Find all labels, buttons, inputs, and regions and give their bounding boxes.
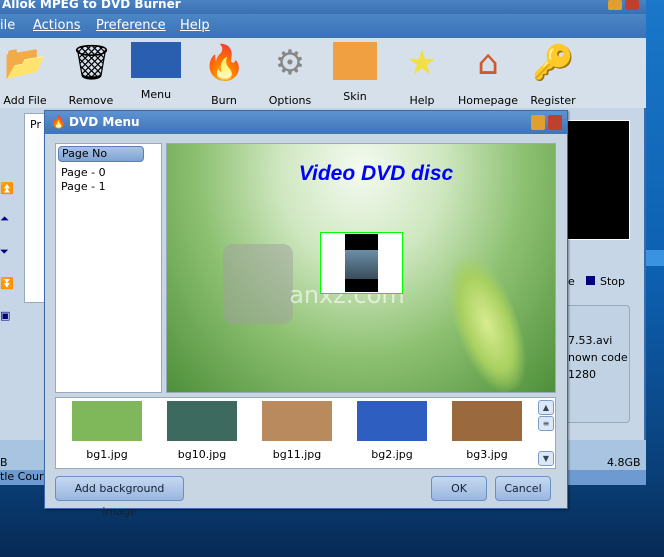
- background-image: [262, 401, 332, 441]
- page-list-header[interactable]: Page No: [58, 146, 144, 162]
- add-background-button[interactable]: Add background image: [55, 476, 184, 518]
- status-text: tle Cour: [0, 470, 44, 483]
- move-top-icon[interactable]: ⏫: [0, 183, 14, 194]
- ok-button[interactable]: OK: [431, 476, 487, 501]
- cancel-button[interactable]: Cancel: [495, 476, 551, 501]
- background-image: [72, 401, 142, 441]
- tool-label: Remove: [68, 94, 114, 107]
- menu-actions[interactable]: Actions: [33, 18, 81, 33]
- tool-label: Options: [268, 94, 312, 107]
- info-filename: 7.53.avi: [568, 334, 613, 347]
- background-label: bg2.jpg: [371, 448, 413, 461]
- background-label: bg10.jpg: [177, 448, 227, 461]
- gear-icon: ⚙: [274, 43, 306, 83]
- background-thumbnail[interactable]: bg2.jpg: [357, 401, 427, 461]
- homepage-button[interactable]: ⌂ Homepage: [456, 40, 520, 107]
- preview-title[interactable]: Video DVD disc: [167, 162, 555, 186]
- video-preview: [566, 120, 630, 240]
- page-item[interactable]: Page - 0: [61, 166, 106, 179]
- remove-button[interactable]: 🗑 Remove: [59, 40, 123, 107]
- skin-button[interactable]: Skin: [323, 40, 387, 103]
- tool-label: Skin: [343, 90, 367, 103]
- background-thumbnail[interactable]: bg10.jpg: [167, 401, 237, 461]
- key-icon: 🔑: [532, 43, 575, 83]
- home-icon: ⌂: [477, 43, 499, 83]
- info-resolution: 1280: [568, 368, 596, 381]
- ruler-left-label: B: [0, 456, 8, 469]
- burn-button[interactable]: 🔥 Burn: [192, 40, 256, 107]
- options-button[interactable]: ⚙ Options: [258, 40, 322, 107]
- ruler-right-label: 4.8GB: [607, 456, 641, 469]
- minimize-button[interactable]: [608, 0, 622, 10]
- background-image: [452, 401, 522, 441]
- move-up-icon[interactable]: ⏶: [0, 213, 12, 224]
- toolbar: 📂 Add File 🗑 Remove Menu 🔥 Burn ⚙ Options Sk…: [0, 38, 646, 108]
- stop-icon[interactable]: [586, 276, 595, 285]
- wheat-decoration: [434, 247, 540, 392]
- menu-icon: [131, 42, 181, 78]
- star-icon: ★: [406, 43, 438, 83]
- menu-button[interactable]: Menu: [124, 40, 188, 101]
- folder-icon: 📂: [4, 43, 47, 83]
- tool-label: Register: [530, 94, 576, 107]
- menu-preference[interactable]: Preference: [96, 18, 166, 33]
- background-thumbnail[interactable]: bg1.jpg: [72, 401, 142, 461]
- trash-icon: 🗑: [70, 43, 114, 83]
- info-codec: nown codec: [568, 351, 628, 364]
- background-thumbnail[interactable]: bg11.jpg: [262, 401, 332, 461]
- background-image: [357, 401, 427, 441]
- menu-help[interactable]: Help: [180, 18, 210, 33]
- help-button[interactable]: ★ Help: [390, 40, 454, 107]
- dialog-minimize-button[interactable]: [531, 115, 545, 130]
- skin-icon: [333, 42, 377, 80]
- dialog-close-button[interactable]: [548, 115, 562, 130]
- background-strip: ▲ ≡ ▼ bg1.jpg bg10.jpg bg11.jpg bg2.jpg bg3.…: [55, 397, 556, 469]
- scroll-up-button[interactable]: ▲: [538, 400, 554, 415]
- scroll-down-button[interactable]: ▼: [538, 451, 554, 466]
- video-still: [345, 250, 378, 279]
- dvd-menu-dialog: 🔥 DVD Menu Page No Page - 0 Page - 1 anx…: [44, 110, 568, 518]
- dialog-title: DVD Menu: [69, 115, 140, 129]
- dialog-title-bar: 🔥 DVD Menu: [45, 111, 567, 134]
- dvd-icon: 🔥: [51, 115, 66, 129]
- tool-label: Help: [409, 94, 435, 107]
- menu-preview: anxz.com Video DVD disc: [166, 143, 556, 393]
- page-item[interactable]: Page - 1: [61, 180, 106, 193]
- add-file-button[interactable]: 📂 Add File: [0, 40, 57, 107]
- select-all-icon[interactable]: ▣: [0, 310, 12, 321]
- scroll-thumb[interactable]: ≡: [538, 416, 554, 431]
- pause-label[interactable]: e: [568, 275, 575, 288]
- background-image: [167, 401, 237, 441]
- page-list: Page No Page - 0 Page - 1: [55, 143, 162, 393]
- menu-file[interactable]: ile: [0, 18, 15, 33]
- tool-label: Add File: [3, 94, 47, 107]
- burn-icon: 🔥: [203, 43, 246, 83]
- background-thumbnail[interactable]: bg3.jpg: [452, 401, 522, 461]
- stop-button[interactable]: Stop: [600, 275, 625, 288]
- tool-label: Menu: [140, 88, 172, 101]
- register-button[interactable]: 🔑 Register: [521, 40, 585, 107]
- move-bottom-icon[interactable]: ⏬: [0, 278, 14, 289]
- tab-partial[interactable]: Pr: [30, 118, 41, 131]
- menu-bar: ile Actions Preference Help: [0, 14, 646, 38]
- close-button[interactable]: [625, 0, 639, 10]
- main-title-bar: Allok MPEG to DVD Burner: [0, 0, 646, 14]
- file-info-panel: 7.53.avi nown codec 1280: [566, 305, 630, 423]
- background-label: bg11.jpg: [272, 448, 322, 461]
- main-title: Allok MPEG to DVD Burner: [2, 0, 181, 11]
- background-label: bg3.jpg: [466, 448, 508, 461]
- tool-label: Burn: [211, 94, 237, 107]
- video-thumbnail-button[interactable]: [320, 232, 403, 294]
- desktop-streak: [646, 250, 664, 266]
- tool-label: Homepage: [458, 94, 518, 107]
- background-label: bg1.jpg: [86, 448, 128, 461]
- move-down-icon[interactable]: ⏷: [0, 246, 12, 257]
